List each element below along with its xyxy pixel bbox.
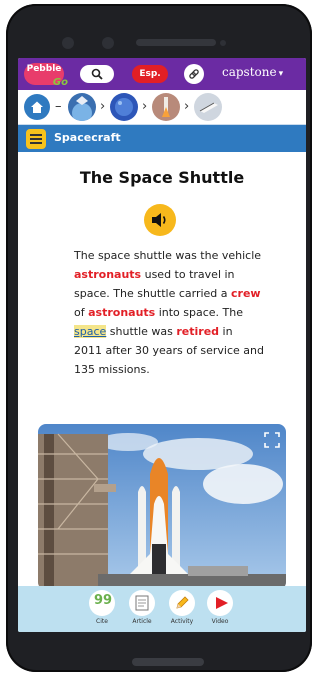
- breadcrumb: – › › ›: [18, 90, 306, 124]
- quote-glyph: 99: [94, 593, 113, 608]
- bottom-speaker: [132, 658, 204, 666]
- breadcrumb-separator: ›: [184, 99, 190, 114]
- speaker-icon: [152, 213, 166, 227]
- search-icon: [91, 68, 103, 80]
- sensor: [102, 37, 114, 49]
- activity-button[interactable]: Activity: [168, 590, 196, 625]
- breadcrumb-dash: –: [55, 99, 62, 114]
- bottom-toolbar: 99 Cite Article Activity Video: [18, 586, 306, 632]
- brand-label: capstone: [222, 65, 277, 79]
- keyword-link[interactable]: astronauts: [74, 268, 141, 281]
- read-aloud-button[interactable]: [144, 204, 176, 236]
- keyword-link[interactable]: crew: [231, 287, 261, 300]
- cite-label: Cite: [96, 618, 108, 625]
- paragraph-text: into space. The: [155, 306, 244, 319]
- breadcrumb-separator: ›: [100, 99, 106, 114]
- activity-label: Activity: [170, 618, 194, 625]
- section-header: Spacecraft: [18, 124, 306, 153]
- breadcrumb-separator: ›: [142, 99, 148, 114]
- article-button[interactable]: Article: [128, 590, 156, 625]
- app-screen: Pebble Go Esp. capstone ▾ – › › › Spacec…: [18, 58, 306, 632]
- paragraph-text: of: [74, 306, 89, 319]
- play-icon: [207, 590, 233, 616]
- paragraph-text: shuttle was: [106, 325, 177, 338]
- breadcrumb-earth-space-thumb[interactable]: [68, 93, 96, 121]
- cite-button[interactable]: 99 Cite: [88, 590, 116, 625]
- video-label: Video: [211, 618, 229, 625]
- earpiece-speaker: [136, 39, 216, 46]
- capstone-brand-menu[interactable]: capstone ▾: [222, 65, 283, 79]
- logo-text: Pebble: [26, 64, 62, 74]
- share-link-button[interactable]: [184, 64, 204, 84]
- link-icon: [189, 69, 199, 79]
- paragraph-text: The space shuttle was the vehicle: [74, 249, 262, 262]
- video-button[interactable]: Video: [206, 590, 234, 625]
- breadcrumb-space-thumb[interactable]: [110, 93, 138, 121]
- proximity-sensor: [220, 40, 226, 46]
- expand-icon[interactable]: [264, 432, 280, 448]
- chevron-down-icon: ▾: [278, 69, 284, 79]
- spanish-button[interactable]: Esp.: [132, 65, 168, 83]
- quote-icon: 99: [89, 590, 115, 616]
- home-button[interactable]: [24, 94, 50, 120]
- pebblego-logo[interactable]: Pebble Go: [24, 63, 68, 88]
- document-icon: [129, 590, 155, 616]
- keyword-link[interactable]: retired: [176, 325, 219, 338]
- highlighted-word[interactable]: space: [74, 325, 107, 338]
- article-label: Article: [132, 618, 152, 625]
- breadcrumb-shuttle-thumb[interactable]: [194, 93, 222, 121]
- top-bar: Pebble Go Esp. capstone ▾: [18, 58, 306, 90]
- search-button[interactable]: [80, 65, 114, 83]
- camera-lens: [62, 37, 74, 49]
- logo-go-text: Go: [52, 77, 68, 88]
- home-icon: [31, 101, 43, 113]
- pencil-icon: [169, 590, 195, 616]
- menu-button[interactable]: [26, 129, 46, 149]
- article-content: The Space Shuttle The space shuttle was …: [18, 152, 306, 590]
- section-title: Spacecraft: [54, 131, 121, 144]
- article-title: The Space Shuttle: [79, 168, 245, 187]
- hamburger-icon: [30, 134, 42, 136]
- article-paragraph: The space shuttle was the vehicle astron…: [74, 246, 264, 379]
- keyword-link[interactable]: astronauts: [88, 306, 155, 319]
- breadcrumb-spacecraft-thumb[interactable]: [152, 93, 180, 121]
- shuttle-launch-image: [38, 424, 286, 590]
- space-shuttle-photo[interactable]: [38, 424, 286, 590]
